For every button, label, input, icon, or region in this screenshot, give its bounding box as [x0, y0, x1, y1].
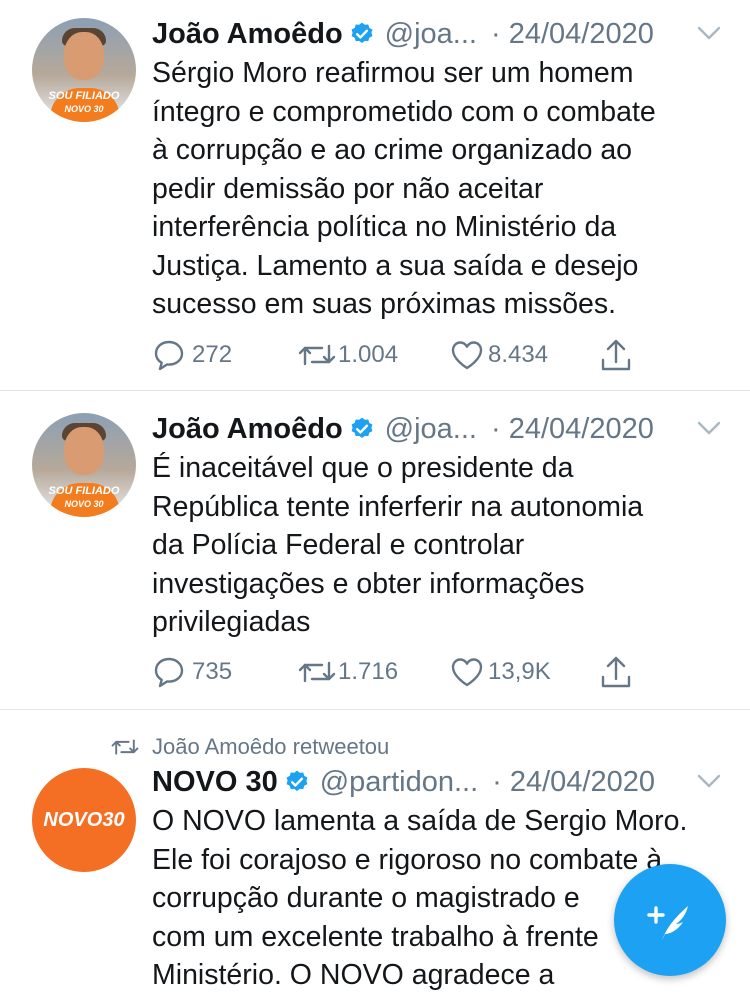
- reply-count: 272: [192, 341, 233, 368]
- author-handle[interactable]: @joa...: [385, 413, 477, 446]
- tweet-2[interactable]: SOU FILIADO NOVO 30 João Amoêdo @joa... …: [0, 391, 750, 709]
- reply-icon: [154, 340, 184, 371]
- avatar-badge-logo: NOVO 30: [64, 499, 104, 509]
- tweet-date[interactable]: · 24/04/2020: [491, 18, 654, 51]
- reply-count: 735: [192, 658, 233, 685]
- author-name[interactable]: João Amoêdo: [152, 18, 343, 51]
- retweet-button[interactable]: 1.716: [298, 657, 450, 687]
- like-button[interactable]: 13,9K: [450, 656, 600, 688]
- author-avatar[interactable]: SOU FILIADO NOVO 30: [32, 413, 136, 517]
- compose-tweet-icon: [647, 906, 688, 940]
- share-icon: [601, 656, 631, 688]
- avatar-face: [64, 427, 104, 475]
- avatar-badge-text: SOU FILIADO: [48, 90, 120, 102]
- tweet-1[interactable]: SOU FILIADO NOVO 30 João Amoêdo @joa... …: [0, 0, 750, 390]
- avatar-badge-logo: NOVO 30: [64, 104, 104, 114]
- tweet-header: NOVO 30 @partidon... · 24/04/2020: [152, 762, 722, 802]
- avatar-logo: NOVO30: [43, 808, 125, 831]
- chevron-down-icon[interactable]: [696, 24, 722, 42]
- tweet-date[interactable]: · 24/04/2020: [492, 766, 655, 799]
- share-button[interactable]: [600, 655, 632, 689]
- share-icon: [601, 339, 631, 371]
- author-handle[interactable]: @joa...: [385, 18, 477, 51]
- retweet-count: 1.004: [338, 341, 399, 368]
- verified-badge-icon: [286, 770, 308, 791]
- verified-badge-icon: [351, 417, 373, 438]
- tweet-date[interactable]: · 24/04/2020: [491, 413, 654, 446]
- retweet-count: 1.716: [338, 658, 399, 685]
- tweet-header: João Amoêdo @joa... · 24/04/2020: [152, 14, 722, 54]
- share-button[interactable]: [600, 338, 632, 372]
- like-icon: [451, 341, 483, 370]
- author-avatar[interactable]: NOVO30: [32, 768, 136, 872]
- avatar-face: [64, 32, 104, 80]
- like-count: 13,9K: [488, 658, 551, 685]
- reply-icon: [154, 657, 184, 688]
- reply-button[interactable]: 272: [152, 338, 298, 372]
- author-avatar[interactable]: SOU FILIADO NOVO 30: [32, 18, 136, 122]
- like-count: 8.434: [488, 341, 549, 368]
- tweet-text: É inaceitável que o presidente da Repúbl…: [152, 452, 644, 638]
- author-name[interactable]: NOVO 30: [152, 766, 278, 799]
- retweet-icon: [298, 344, 336, 366]
- verified-badge-icon: [351, 22, 373, 43]
- retweet-icon: [298, 661, 336, 683]
- author-name[interactable]: João Amoêdo: [152, 413, 343, 446]
- avatar-badge-text: SOU FILIADO: [48, 485, 120, 497]
- like-icon: [451, 658, 483, 687]
- tweet-header: João Amoêdo @joa... · 24/04/2020: [152, 409, 722, 449]
- compose-tweet-button[interactable]: [614, 864, 726, 976]
- retweet-button[interactable]: 1.004: [298, 340, 450, 370]
- like-button[interactable]: 8.434: [450, 339, 600, 371]
- reply-button[interactable]: 735: [152, 655, 298, 689]
- chevron-down-icon[interactable]: [696, 772, 722, 790]
- author-handle[interactable]: @partidon...: [320, 766, 478, 799]
- tweet-text: Sérgio Moro reafirmou ser um homem ínteg…: [152, 57, 656, 320]
- chevron-down-icon[interactable]: [696, 419, 722, 437]
